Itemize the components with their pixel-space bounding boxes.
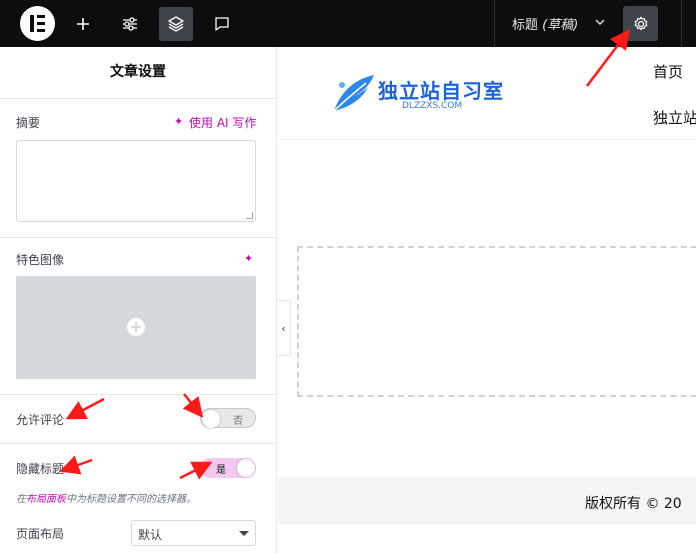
copyright-text: 版权所有 © 20 <box>585 496 682 512</box>
brand-domain: DLZZXS.COM <box>402 101 463 111</box>
site-header: 独立站自习室 DLZZXS.COM 首页 独立站 <box>278 47 696 140</box>
toggle-knob <box>202 410 220 428</box>
toggle-state: 否 <box>233 416 243 427</box>
ai-write-button[interactable]: 使用 AI 写作 <box>189 114 256 131</box>
toggle-knob <box>237 459 255 477</box>
hint-text: 在 <box>16 494 26 505</box>
quill-logo-icon <box>333 75 374 112</box>
plus-icon <box>77 18 89 30</box>
nav-item-site[interactable]: 独立站 <box>653 107 696 128</box>
caret-down-icon <box>239 531 249 536</box>
site-settings-button[interactable] <box>113 7 147 41</box>
site-footer: 版权所有 © 20 <box>278 477 696 525</box>
brand-name: 独立站自习室 <box>378 79 504 103</box>
chevron-down-icon[interactable] <box>594 16 606 28</box>
top-bar: 标题 (草稿) <box>0 0 696 47</box>
section-divider <box>0 394 276 395</box>
page-layout-label: 页面布局 <box>16 527 65 541</box>
featured-image-label: 特色图像 <box>16 253 65 267</box>
document-title: 标题 <box>512 18 539 33</box>
hide-title-label: 隐藏标题 <box>16 462 65 476</box>
nav-item-home[interactable]: 首页 <box>653 61 683 82</box>
excerpt-textarea[interactable] <box>16 140 256 222</box>
allow-comments-toggle[interactable]: 否 <box>200 408 256 428</box>
section-divider <box>0 98 276 99</box>
comment-icon <box>215 17 229 31</box>
topbar-divider-right <box>681 0 682 47</box>
featured-image-placeholder[interactable] <box>16 276 256 379</box>
page-layout-value: 默认 <box>138 528 163 542</box>
hide-title-toggle[interactable]: 是 <box>200 458 256 478</box>
add-element-button[interactable] <box>66 7 100 41</box>
hide-title-hint: 在布局面板中为标题设置不同的选择器。 <box>16 490 196 505</box>
section-divider <box>0 237 276 238</box>
document-title-dropdown[interactable]: 标题 (草稿) <box>512 14 578 33</box>
panel-title: 文章设置 <box>110 64 166 80</box>
excerpt-label: 摘要 <box>16 116 41 130</box>
notes-button[interactable] <box>205 7 239 41</box>
document-status: (草稿) <box>542 18 579 33</box>
page-settings-button[interactable] <box>623 6 658 41</box>
section-divider <box>0 443 276 444</box>
collapse-panel-button[interactable]: ‹ <box>277 300 291 356</box>
sliders-icon <box>123 17 137 31</box>
page-layout-select[interactable]: 默认 <box>131 520 256 546</box>
allow-comments-label: 允许评论 <box>16 413 65 427</box>
ai-sparkle-icon: ✦ <box>174 115 184 128</box>
hint-text: 中为标题设置不同的选择器。 <box>66 494 196 505</box>
structure-button[interactable] <box>159 7 193 41</box>
layout-panel-link[interactable]: 布局面板 <box>26 494 66 505</box>
ai-sparkle-icon[interactable]: ✦ <box>244 252 253 265</box>
elementor-logo-icon[interactable] <box>20 6 55 41</box>
editor-window: 标题 (草稿) 文章设置 摘要 ✦ 使用 AI 写作 特色图像 ✦ 允许评论 否… <box>0 0 696 553</box>
chevron-left-icon: ‹ <box>281 321 286 335</box>
toggle-state: 是 <box>216 465 226 476</box>
topbar-divider <box>494 0 495 47</box>
post-settings-panel: 文章设置 摘要 ✦ 使用 AI 写作 特色图像 ✦ 允许评论 否 隐藏标题 是 … <box>0 47 277 553</box>
layers-icon <box>168 16 184 32</box>
preview-canvas: 独立站自习室 DLZZXS.COM 首页 独立站 版权所有 © 20 <box>278 47 696 553</box>
empty-section-dropzone[interactable] <box>297 246 696 397</box>
gear-icon <box>634 16 647 30</box>
add-image-icon[interactable] <box>127 318 145 336</box>
resize-handle-icon[interactable] <box>246 212 253 219</box>
